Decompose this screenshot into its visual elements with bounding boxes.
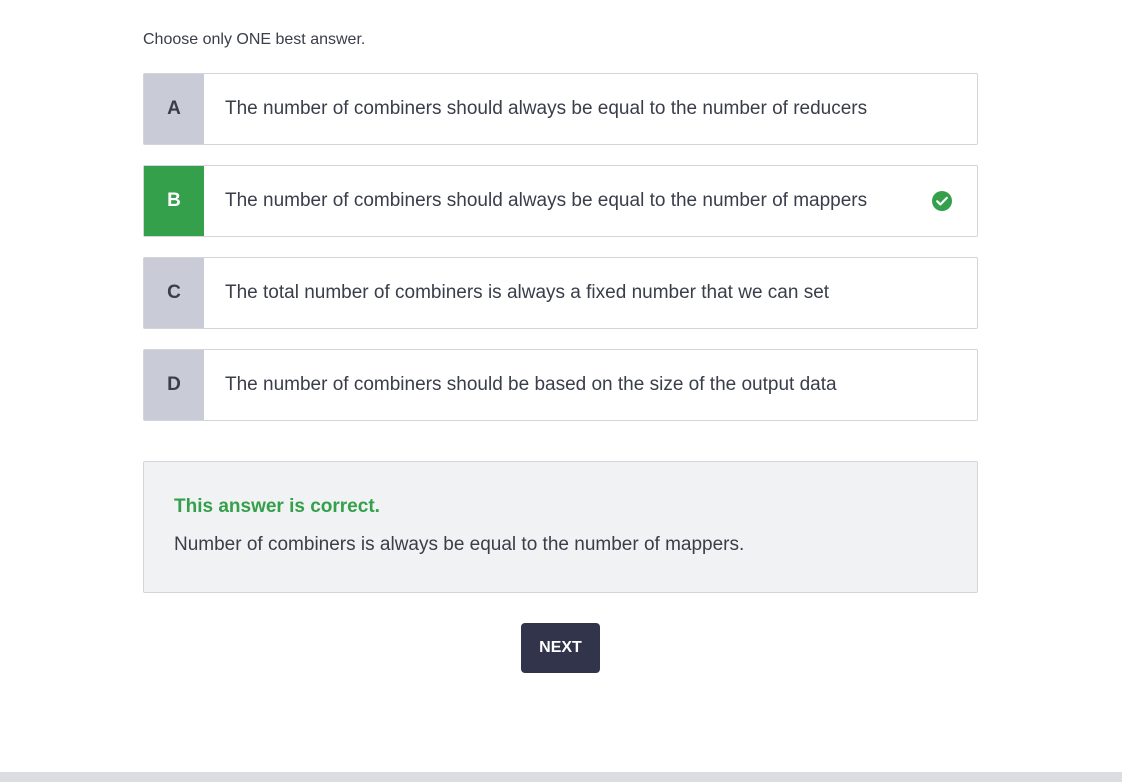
feedback-title: This answer is correct. bbox=[174, 496, 380, 517]
option-letter: A bbox=[144, 74, 204, 144]
bottom-scroll-bar bbox=[0, 772, 1122, 782]
option-letter: B bbox=[144, 166, 204, 236]
feedback-explanation: Number of combiners is always be equal t… bbox=[174, 534, 745, 555]
next-button[interactable]: NEXT bbox=[521, 623, 600, 673]
option-text: The number of combiners should always be… bbox=[225, 190, 868, 211]
answer-option-c[interactable]: C The total number of combiners is alway… bbox=[143, 257, 978, 329]
answer-option-b[interactable]: B The number of combiners should always … bbox=[143, 165, 978, 237]
answer-option-a[interactable]: A The number of combiners should always … bbox=[143, 73, 978, 145]
option-letter: D bbox=[144, 350, 204, 420]
quiz-page: Choose only ONE best answer. A The numbe… bbox=[0, 0, 1122, 782]
check-circle-icon bbox=[932, 191, 952, 211]
option-text: The total number of combiners is always … bbox=[225, 282, 830, 303]
option-letter: C bbox=[144, 258, 204, 328]
answer-option-d[interactable]: D The number of combiners should be base… bbox=[143, 349, 978, 421]
option-text: The number of combiners should always be… bbox=[225, 98, 868, 119]
option-text: The number of combiners should be based … bbox=[225, 374, 837, 395]
feedback-panel: This answer is correct. Number of combin… bbox=[143, 461, 978, 593]
instruction-text: Choose only ONE best answer. bbox=[143, 31, 366, 48]
